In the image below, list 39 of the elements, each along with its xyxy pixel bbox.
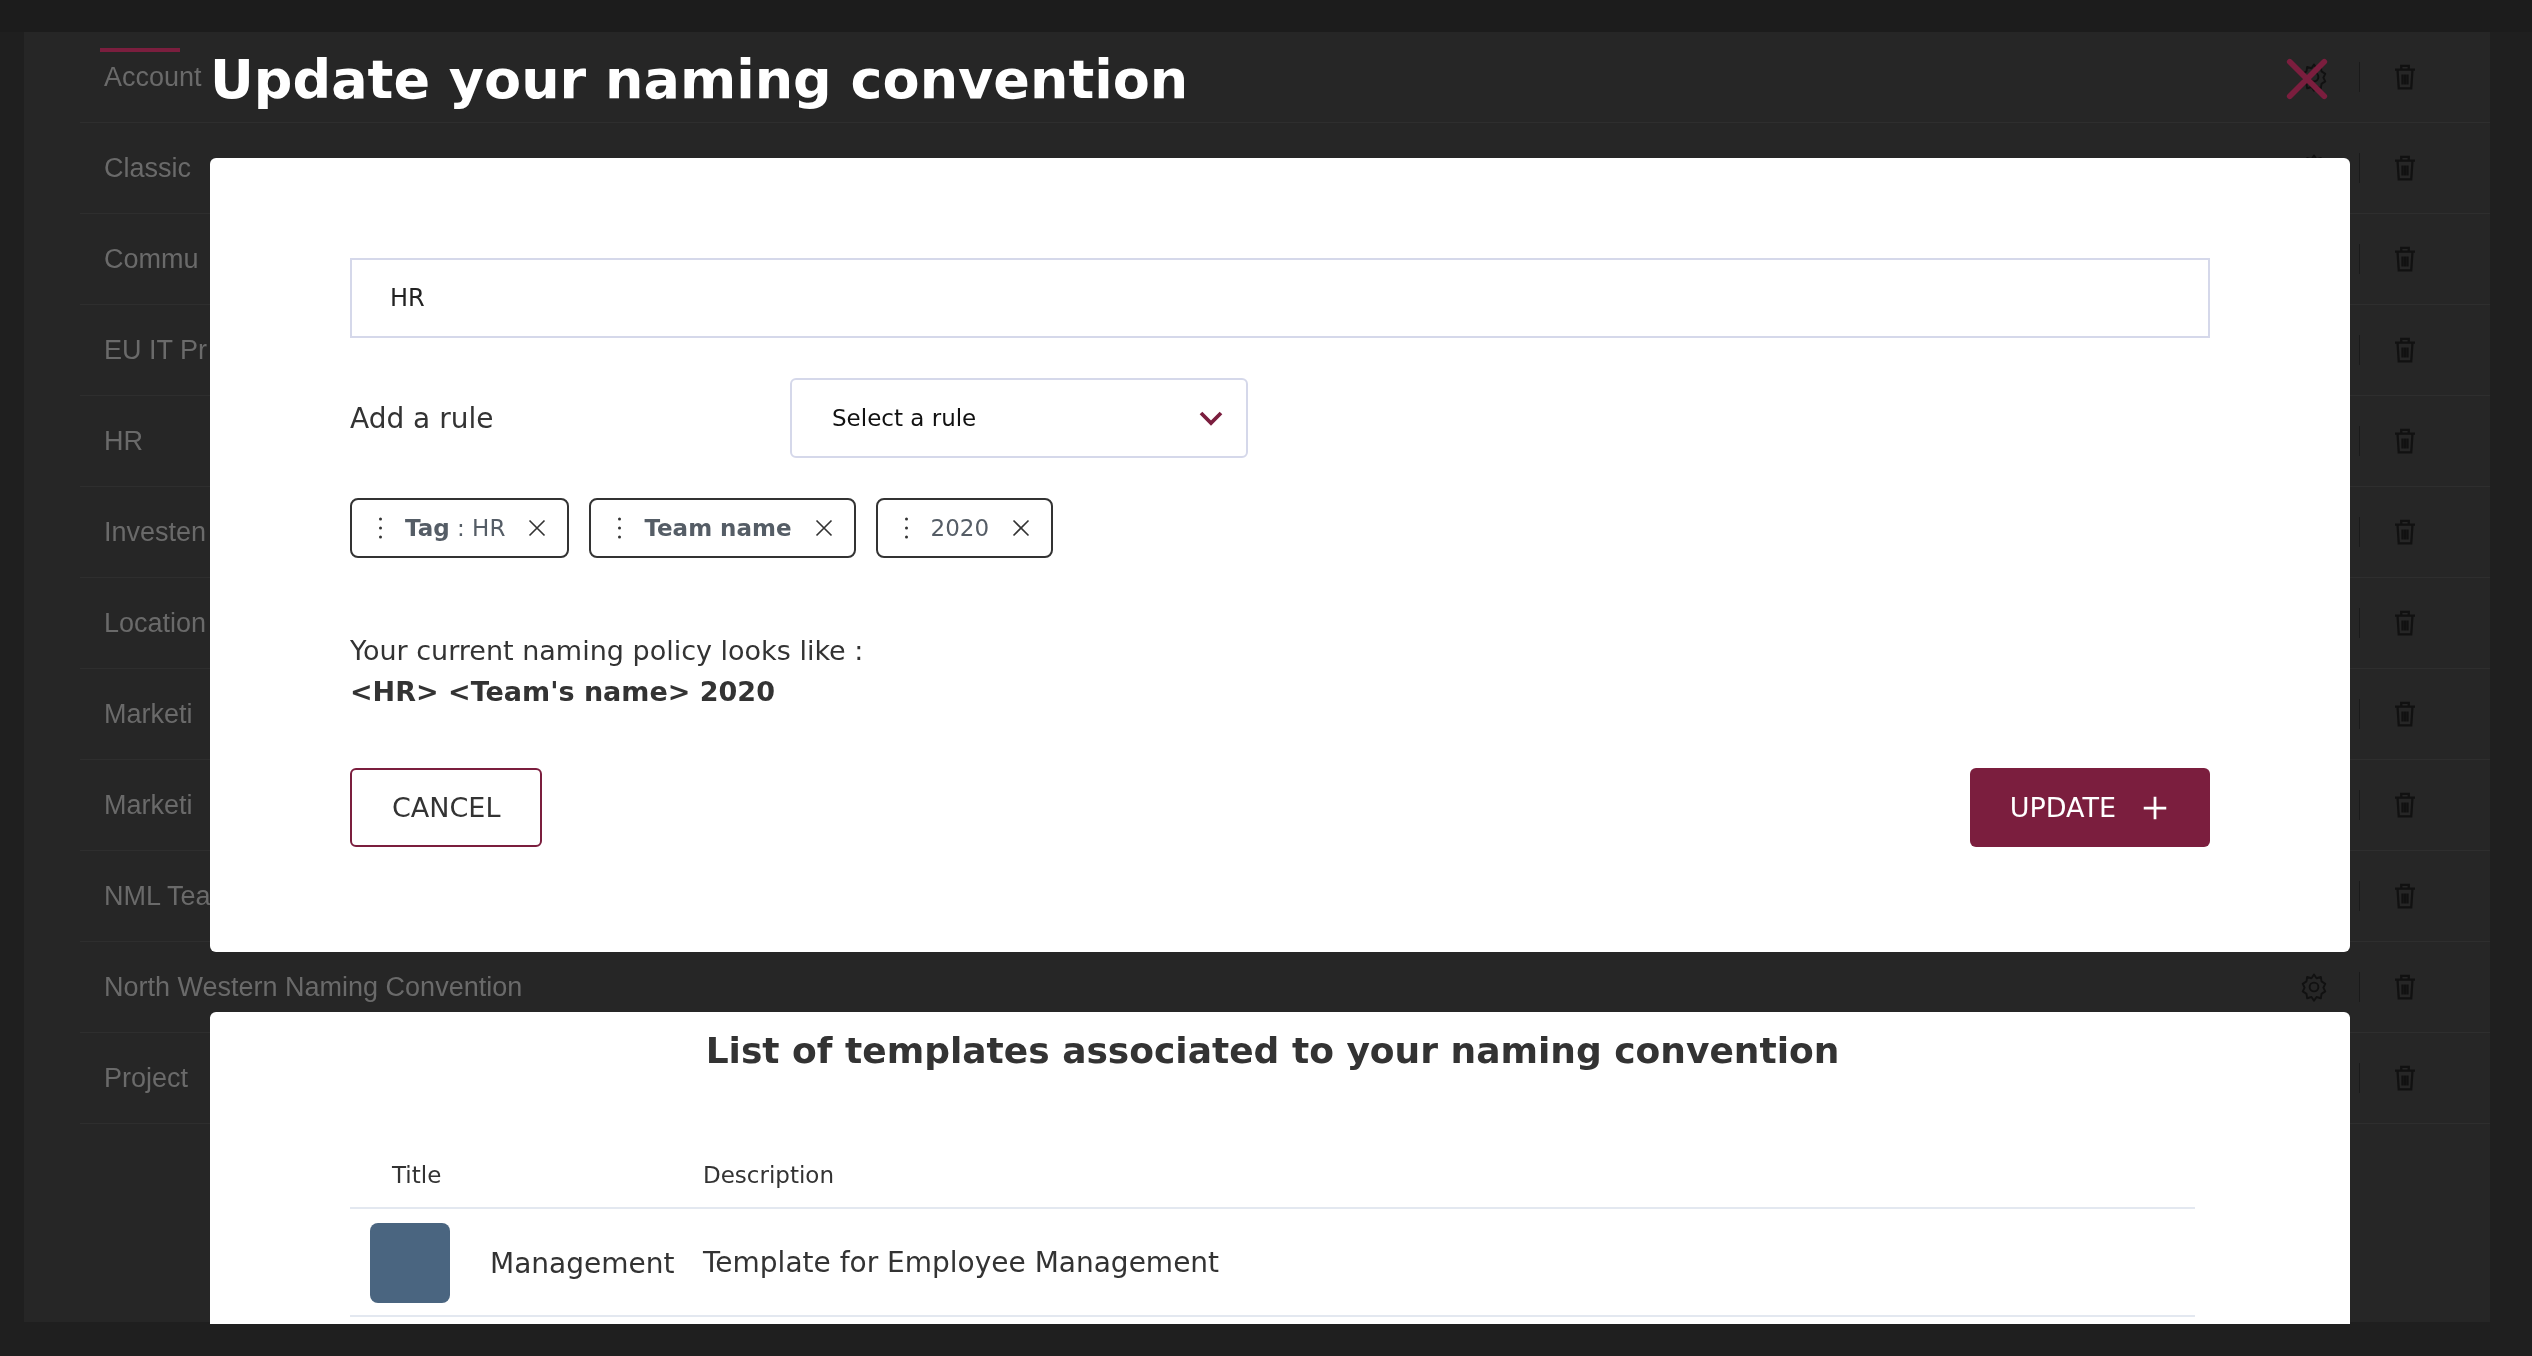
list-item-name[interactable]: HR — [104, 425, 143, 457]
close-icon — [2284, 56, 2330, 102]
rule-dropdown[interactable]: Select a rule — [790, 378, 1248, 458]
list-item-name[interactable]: Location — [104, 607, 207, 639]
list-item-name[interactable]: EU IT Pr — [104, 334, 208, 366]
list-item-name[interactable]: Marketi — [104, 698, 193, 730]
table-cell: Management — [490, 1246, 675, 1280]
remove-icon — [813, 518, 834, 538]
list-item-name[interactable]: North Western Naming Convention — [104, 971, 523, 1003]
remove-icon — [527, 518, 548, 538]
close-button[interactable] — [2284, 56, 2330, 102]
list-item-name[interactable]: NML Tea — [104, 880, 211, 912]
list-item-name[interactable]: Account — [104, 61, 202, 93]
table-cell: Template for Employee Management — [703, 1245, 1220, 1279]
chip-label: Tag : HR — [405, 515, 506, 541]
column-header: Title — [391, 1162, 443, 1188]
policy-text: Your current naming policy looks like : — [350, 634, 865, 668]
rule-chip[interactable]: 2020 — [875, 498, 1054, 558]
rule-chip[interactable]: Tag : HR — [350, 498, 570, 558]
list-item-name[interactable]: Classic — [104, 152, 191, 184]
drag-handle-icon — [617, 516, 623, 540]
column-header: Description — [703, 1162, 834, 1188]
list-item-name[interactable]: Project — [104, 1062, 189, 1094]
rule-chip[interactable]: Team name — [589, 498, 856, 558]
modal-title: Update your naming convention — [210, 47, 1190, 111]
list-item-name[interactable]: Marketi — [104, 789, 193, 821]
drag-handle-icon — [903, 516, 909, 540]
list-item-name[interactable]: Investen — [104, 516, 207, 548]
cancel-button[interactable]: CANCEL — [350, 768, 543, 847]
drag-handle-icon — [378, 516, 383, 540]
update-button[interactable]: UPDATE — [1969, 768, 2210, 847]
list-item-name[interactable]: Commu — [104, 243, 199, 275]
chip-label: Team name — [644, 515, 792, 541]
chip-label: 2020 — [930, 515, 990, 541]
policy-preview: <HR> <Team's name> 2020 — [350, 675, 776, 709]
rule-label: Add a rule — [350, 401, 495, 435]
remove-icon — [1011, 518, 1032, 538]
name-input-field[interactable]: HR — [350, 258, 2210, 338]
templates-heading: List of templates associated to your naming convention — [704, 1030, 1841, 1071]
